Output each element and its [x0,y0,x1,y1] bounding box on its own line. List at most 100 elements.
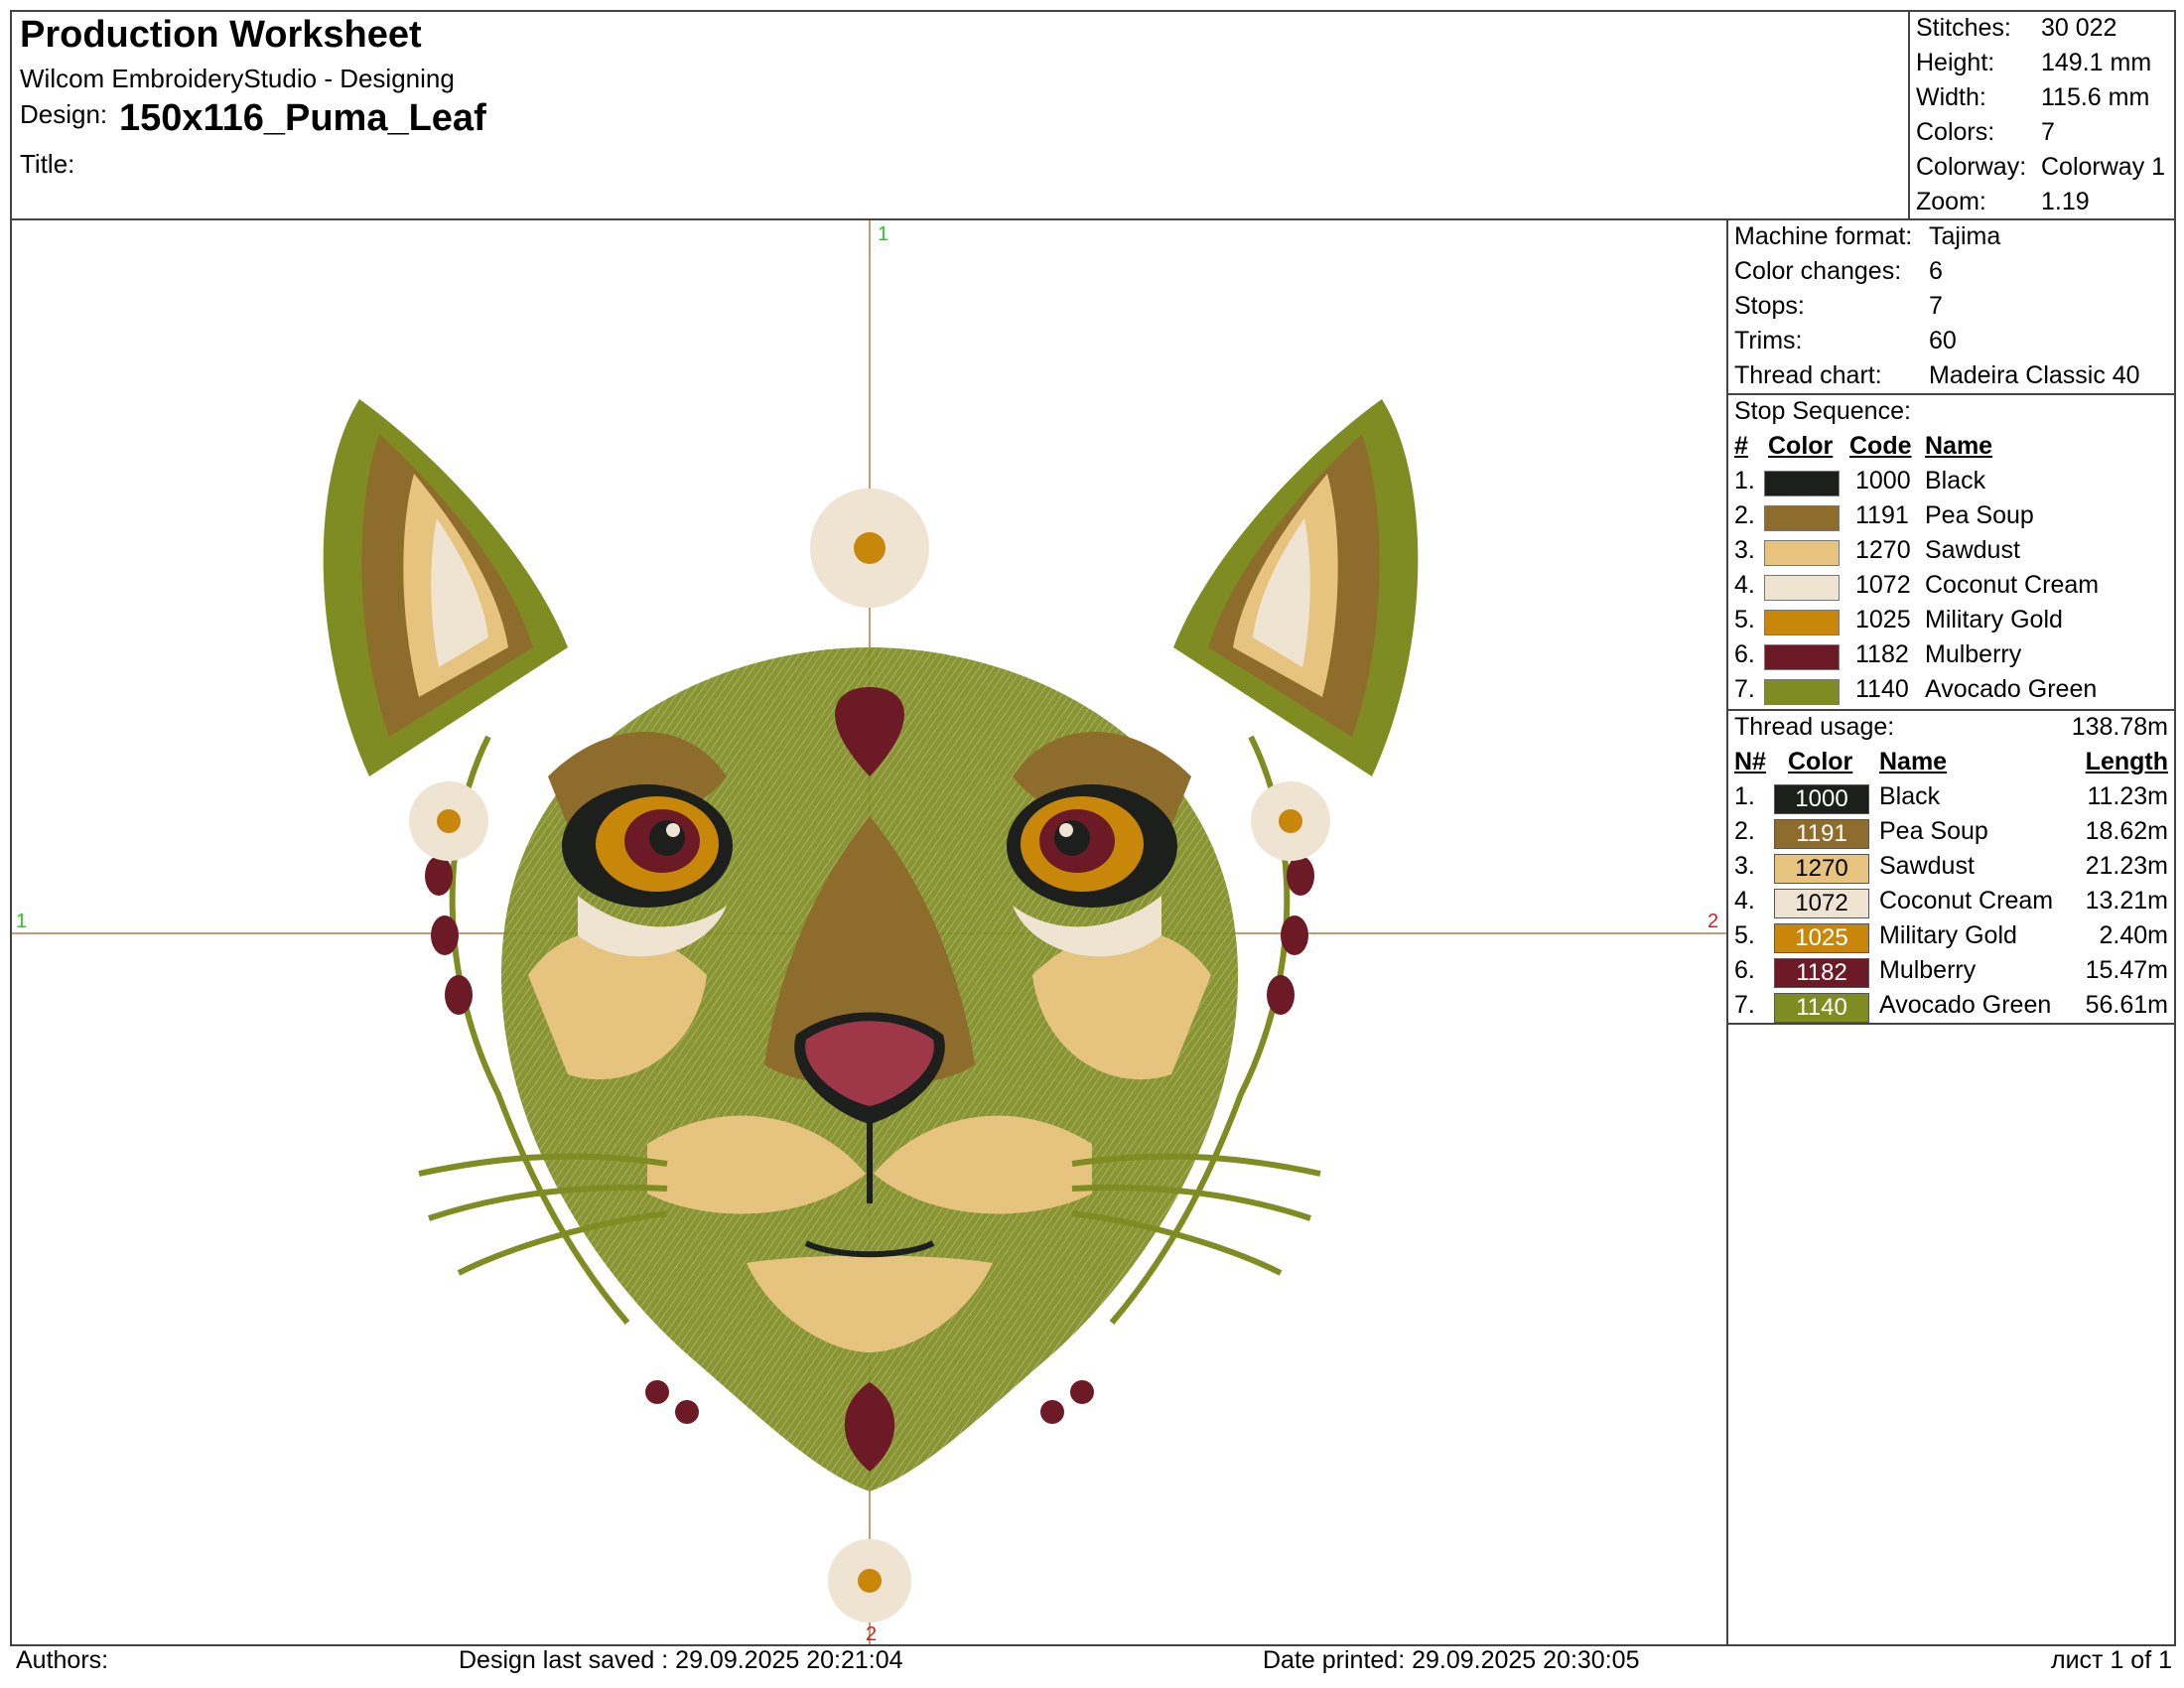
column-header-number: N# [1734,748,1766,775]
thread-code: 1191 [1855,501,1909,529]
date-printed: Date printed: 29.09.2025 20:30:05 [1263,1646,1640,1674]
color-swatch [1764,575,1840,601]
machine-label: Color changes: [1734,257,1902,285]
stop-number: 7. [1734,675,1755,703]
thread-name: Military Gold [1925,606,2063,633]
color-swatch [1764,679,1840,705]
machine-label: Thread chart: [1734,361,1882,389]
thread-name: Pea Soup [1925,501,2034,529]
design-label: Design: [20,99,108,129]
thread-name: Pea Soup [1879,817,1988,845]
column-header-name: Name [1925,432,1993,460]
thread-length: 21.23m [2085,852,2168,880]
thread-name: Black [1879,782,1941,810]
machine-value: 7 [1929,292,1943,320]
machine-value: Tajima [1929,222,2001,250]
design-name: 150x116_Puma_Leaf [119,97,486,139]
color-swatch [1764,505,1840,531]
flower-bottom [828,1539,911,1622]
usage-number: 6. [1734,956,1755,984]
color-swatch-code: 1072 [1774,889,1869,918]
machine-value: 6 [1929,257,1943,285]
usage-number: 3. [1734,852,1755,880]
thread-name: Black [1925,467,1986,494]
thread-name: Military Gold [1879,921,2017,949]
stat-label: Width: [1916,83,1986,111]
flower-top [810,489,929,608]
color-swatch [1764,610,1840,635]
left-eye [562,784,733,957]
thread-code: 1025 [1855,606,1911,633]
thread-length: 15.47m [2085,956,2168,984]
stop-sequence-panel: Stop Sequence: # Color Code Name 1. 1000 B… [1726,393,2176,711]
thread-length: 18.62m [2085,817,2168,845]
usage-number: 2. [1734,817,1755,845]
thread-name: Mulberry [1879,956,1977,984]
stat-label: Colors: [1916,118,1995,146]
thread-name: Coconut Cream [1925,571,2100,599]
column-header-length: Length [2085,748,2168,775]
column-header-color: Color [1788,748,1853,775]
color-swatch-code: 1182 [1774,958,1869,988]
color-swatch [1764,471,1840,496]
thread-code: 1270 [1855,536,1911,564]
left-ear [323,399,568,776]
thread-length: 13.21m [2085,887,2168,914]
machine-info-panel: Machine format: Tajima Color changes: 6 … [1726,218,2176,395]
thread-name: Avocado Green [1925,675,2098,703]
thread-code: 1000 [1855,467,1911,494]
stat-value: 30 022 [2041,14,2117,42]
thread-name: Sawdust [1879,852,1975,880]
color-swatch-code: 1025 [1774,923,1869,953]
column-header-color: Color [1768,432,1834,460]
notes-panel [1726,1023,2176,1646]
design-preview-canvas: 1 2 1 2 [10,218,1728,1646]
design-last-saved: Design last saved : 29.09.2025 20:21:04 [459,1646,903,1674]
flower-left [409,781,488,861]
right-eye [1007,784,1177,957]
thread-length: 56.61m [2085,991,2168,1019]
machine-label: Machine format: [1734,222,1913,250]
usage-number: 4. [1734,887,1755,914]
stat-value: 115.6 mm [2041,83,2150,111]
usage-number: 1. [1734,782,1755,810]
column-header-name: Name [1879,748,1948,775]
worksheet-footer: Authors: Design last saved : 29.09.2025 … [10,1644,2176,1682]
usage-number: 7. [1734,991,1755,1019]
usage-number: 5. [1734,921,1755,949]
stop-number: 2. [1734,501,1755,529]
thread-usage-total: 138.78m [2071,713,2168,741]
machine-value: Madeira Classic 40 [1929,361,2140,389]
color-swatch-code: 1270 [1774,854,1869,884]
column-header-code: Code [1849,432,1912,460]
authors-label: Authors: [16,1646,109,1674]
thread-usage-panel: Thread usage: 138.78m N# Color Name Leng… [1726,709,2176,1025]
stat-value: Colorway 1 [2041,153,2166,181]
stat-value: 149.1 mm [2041,49,2152,76]
worksheet-title: Production Worksheet [20,14,422,56]
stop-number: 4. [1734,571,1755,599]
title-label: Title: [20,149,75,179]
thread-usage-title: Thread usage: [1734,713,1895,741]
thread-code: 1182 [1855,640,1909,668]
color-swatch [1764,644,1840,670]
stop-number: 6. [1734,640,1755,668]
stop-number: 3. [1734,536,1755,564]
puma-embroidery-artwork: 1 2 1 2 [12,220,1726,1644]
marker-right: 2 [1707,911,1718,932]
page-number: лист 1 of 1 [2051,1646,2172,1674]
marker-bottom: 2 [866,1623,877,1644]
stop-sequence-title: Stop Sequence: [1734,397,1911,425]
thread-code: 1072 [1855,571,1911,599]
machine-label: Trims: [1734,327,1803,354]
marker-left: 1 [16,911,27,932]
thread-name: Coconut Cream [1879,887,2054,914]
application-name: Wilcom EmbroideryStudio - Designing [20,64,455,93]
color-swatch [1764,540,1840,566]
thread-name: Avocado Green [1879,991,2052,1019]
color-swatch-code: 1140 [1774,993,1869,1023]
stat-label: Zoom: [1916,188,1986,215]
flower-right [1251,781,1330,861]
machine-value: 60 [1929,327,1957,354]
column-header-number: # [1734,432,1748,460]
